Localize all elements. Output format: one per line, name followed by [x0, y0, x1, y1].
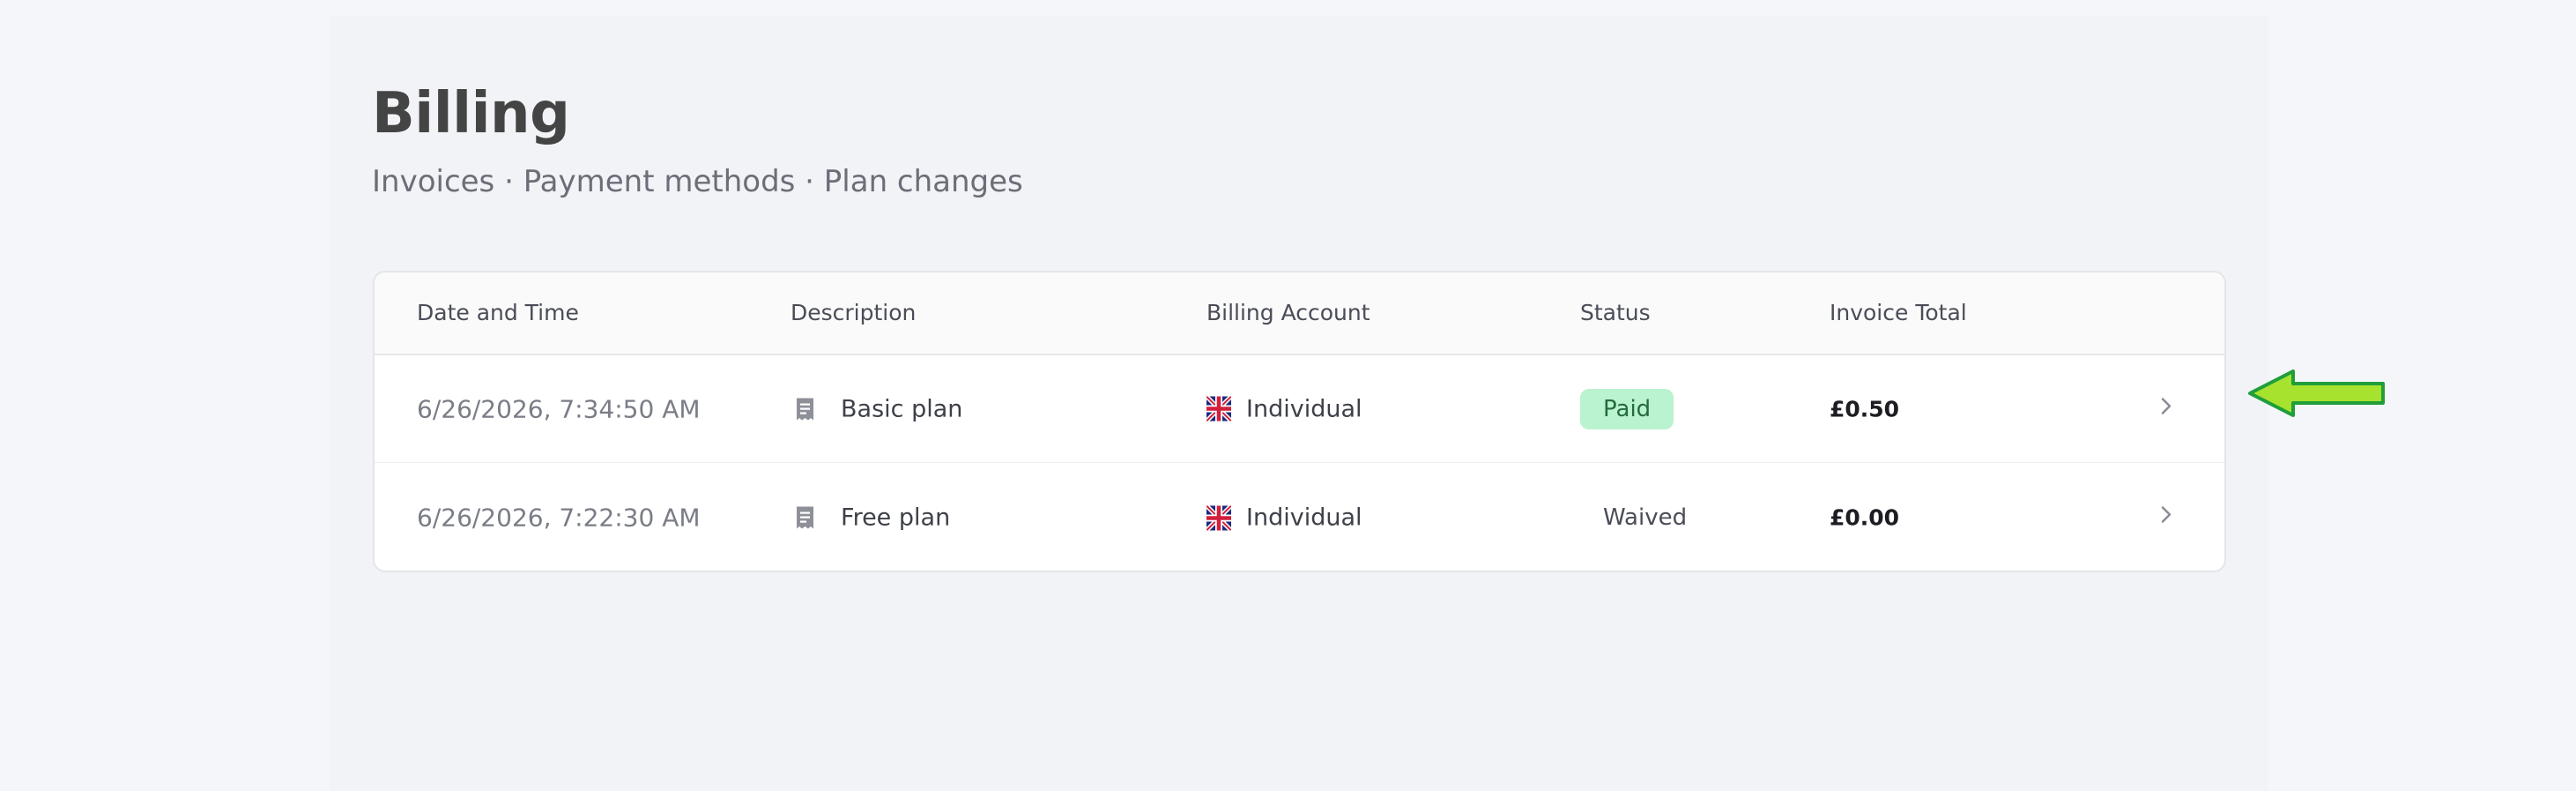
column-header-status[interactable]: Status [1580, 300, 1651, 325]
invoice-description-text: Basic plan [841, 395, 963, 422]
left-arrow-icon [2248, 369, 2385, 417]
status-badge: Waived [1603, 504, 1688, 531]
invoice-total: £0.50 [1830, 396, 1900, 422]
billing-account: Individual [1206, 504, 1362, 532]
billing-account: Individual [1206, 395, 1362, 422]
uk-flag-icon [1206, 505, 1231, 530]
receipt-icon [797, 398, 813, 420]
column-header-billing-account[interactable]: Billing Account [1206, 300, 1370, 325]
invoice-description: Basic plan [796, 395, 962, 422]
billing-account-text: Individual [1246, 395, 1362, 422]
invoices-table: Date and Time Description Billing Accoun… [373, 271, 2226, 572]
invoice-description-text: Free plan [841, 504, 951, 532]
chevron-right-icon[interactable] [2158, 395, 2174, 422]
receipt-icon [797, 506, 813, 529]
invoice-datetime: 6/26/2026, 7:34:50 AM [417, 394, 701, 423]
table-header-row: Date and Time Description Billing Accoun… [375, 272, 2224, 355]
uk-flag-icon [1206, 396, 1231, 422]
status-cell: Paid [1580, 388, 1674, 429]
table-row[interactable]: 6/26/2026, 7:34:50 AM Basic plan Individ… [375, 355, 2224, 463]
invoice-description: Free plan [796, 504, 950, 532]
column-header-date[interactable]: Date and Time [417, 300, 579, 325]
chevron-right-icon[interactable] [2158, 504, 2174, 532]
status-cell: Waived [1580, 497, 1710, 538]
table-row[interactable]: 6/26/2026, 7:22:30 AM Free plan Individu… [375, 464, 2224, 571]
page-subtitle: Invoices · Payment methods · Plan change… [372, 164, 1023, 199]
column-header-description[interactable]: Description [791, 300, 916, 325]
invoice-total: £0.00 [1830, 504, 1900, 531]
page-title: Billing [372, 81, 570, 146]
column-header-invoice-total[interactable]: Invoice Total [1830, 300, 1967, 325]
status-badge: Paid [1580, 388, 1674, 429]
invoice-datetime: 6/26/2026, 7:22:30 AM [417, 503, 701, 533]
billing-account-text: Individual [1246, 504, 1362, 532]
